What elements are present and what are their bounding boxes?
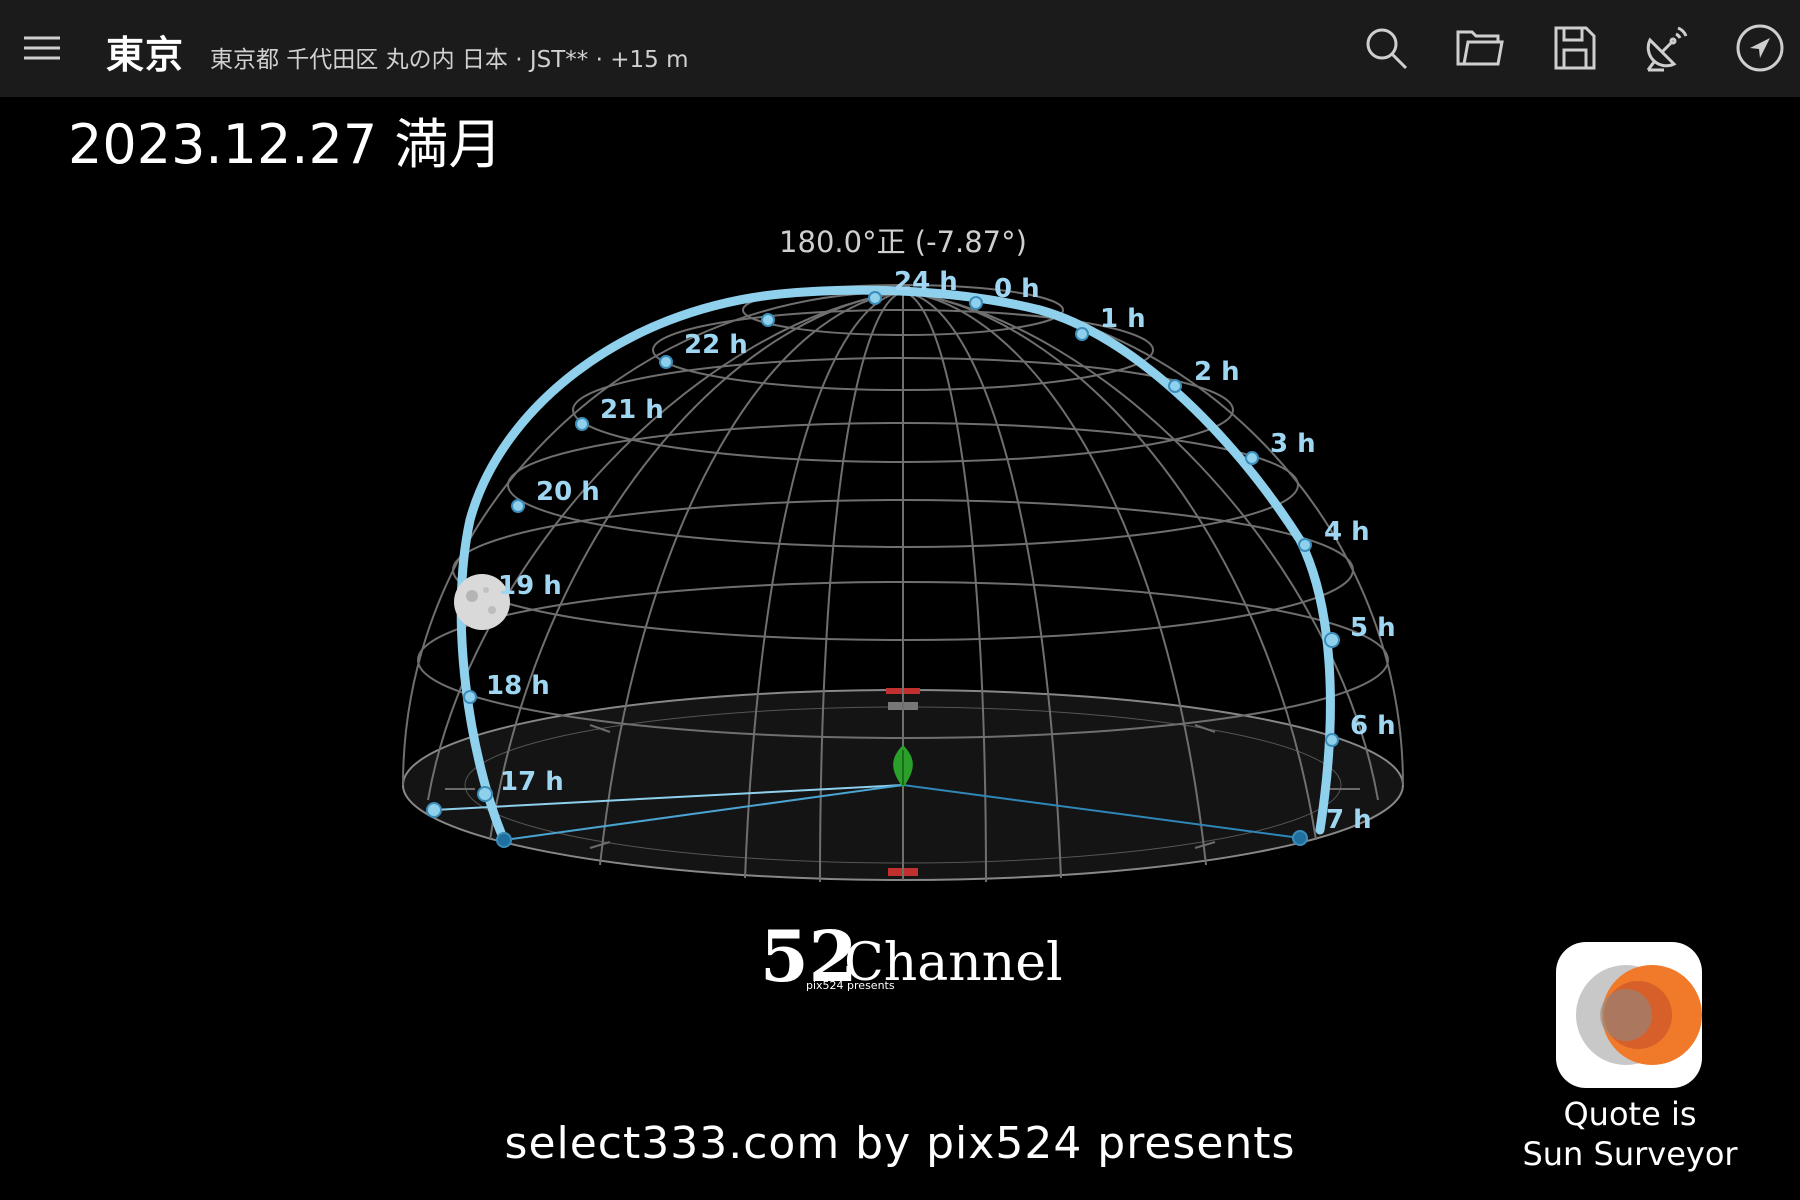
hour-label: 17 h [500,767,564,797]
channel-logo: 52 Channel pix524 presents [760,915,1063,1015]
sun-surveyor-app-icon[interactable] [1556,942,1702,1088]
hour-label: 6 h [1350,711,1396,741]
satellite-icon[interactable] [1640,22,1692,74]
save-icon[interactable] [1548,22,1600,74]
hour-label: 22 h [684,330,748,360]
heading-readout: 180.0°正 (-7.87°) [779,225,1027,259]
hour-label: 7 h [1326,805,1372,835]
hour-label: 3 h [1270,429,1316,459]
folder-icon[interactable] [1454,22,1506,74]
top-bar: 東京 東京都 千代田区 丸の内 日本 · JST** · +15 m [0,0,1800,97]
search-icon[interactable] [1360,22,1412,74]
city-name: 東京 [106,33,185,77]
navigation-icon[interactable] [1734,22,1786,74]
hour-label: 2 h [1194,357,1240,387]
hour-label: 19 h [498,571,562,601]
hour-label: 18 h [486,671,550,701]
hour-label: 24 h [894,267,958,297]
hour-label: 21 h [600,395,664,425]
hour-label: 0 h [994,274,1040,304]
hour-label: 20 h [536,477,600,507]
logo-tagline: pix524 presents [806,979,895,992]
hour-label: 5 h [1350,613,1396,643]
hour-label: 4 h [1324,517,1370,547]
menu-icon[interactable] [22,32,62,64]
quote-caption: Quote is Sun Surveyor [1500,1094,1760,1174]
hour-label: 1 h [1100,304,1146,334]
quote-line-1: Quote is [1563,1095,1697,1133]
location-details: 東京都 千代田区 丸の内 日本 · JST** · +15 m [210,47,689,73]
quote-line-2: Sun Surveyor [1522,1135,1738,1173]
